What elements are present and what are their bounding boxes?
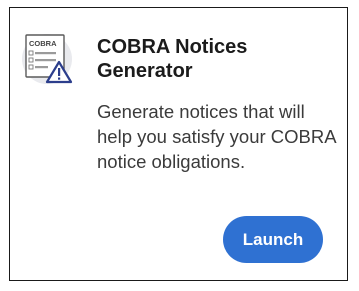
cobra-notices-card: COBRA COBRA Notices Generator Generate n…	[9, 7, 348, 281]
cobra-icon-label: COBRA	[29, 39, 57, 48]
card-title: COBRA Notices Generator	[97, 36, 248, 82]
card-description: Generate notices that will help you sati…	[97, 101, 336, 172]
cobra-document-warning-icon: COBRA	[20, 30, 80, 86]
launch-button[interactable]: Launch	[223, 216, 323, 263]
